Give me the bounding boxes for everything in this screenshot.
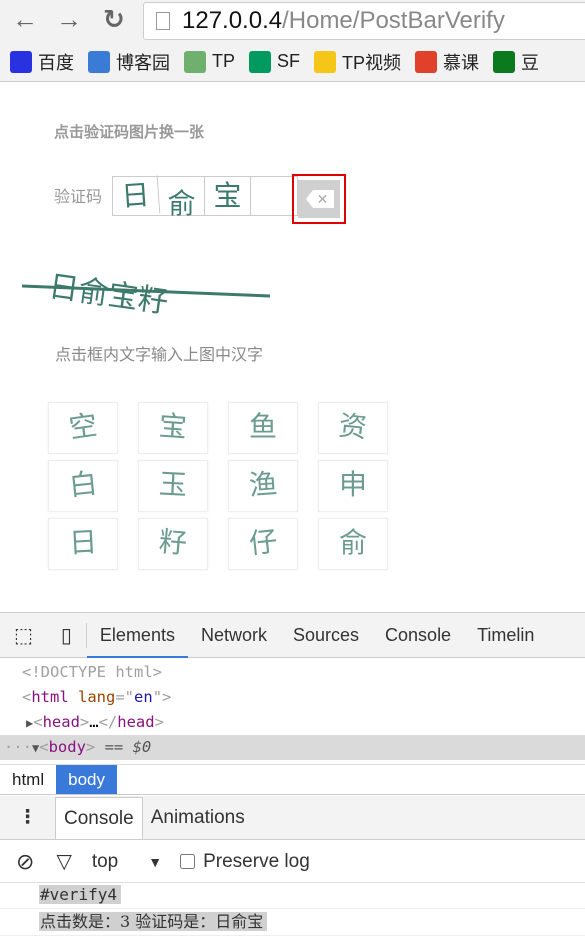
char-cell[interactable]: 渔	[228, 460, 298, 512]
char-cell[interactable]: 俞	[318, 518, 388, 570]
segmentfault-icon	[249, 50, 272, 73]
bookmark-item[interactable]: 博客园	[88, 49, 170, 75]
inspect-icon[interactable]: ⬚	[0, 623, 47, 648]
char-cell[interactable]: 仔	[228, 518, 298, 570]
page-icon	[156, 12, 170, 30]
url-path: /Home/PostBarVerify	[282, 7, 505, 34]
delete-button[interactable]: ✕	[292, 174, 346, 224]
forward-icon[interactable]: →	[56, 4, 82, 35]
device-icon[interactable]: ▯	[47, 622, 87, 648]
char-cell[interactable]: 空	[48, 402, 118, 454]
captcha-image[interactable]: 日俞宝籽	[20, 268, 272, 330]
cnblogs-icon	[88, 50, 110, 73]
char-cell[interactable]: 日	[48, 518, 118, 570]
bookmark-item[interactable]: 豆	[493, 49, 539, 75]
address-bar[interactable]: 127.0.0.4/Home/PostBarVerify	[143, 2, 585, 40]
devtools-tab-network[interactable]: Network	[188, 612, 280, 658]
char-cell[interactable]: 资	[318, 402, 388, 454]
verify-slot[interactable]: 宝	[205, 177, 251, 215]
drawer-tabbar: ⋮ Console Animations	[0, 796, 585, 840]
verify-label: 验证码	[54, 189, 103, 206]
char-cell[interactable]: 玉	[138, 460, 208, 512]
preserve-log-checkbox[interactable]	[180, 854, 196, 869]
bookmark-item[interactable]: TP视频	[314, 49, 401, 75]
filter-icon[interactable]: ▽	[56, 849, 71, 874]
char-grid: 空宝鱼资白玉渔申日籽仔俞	[48, 402, 388, 570]
char-cell[interactable]: 申	[318, 460, 388, 512]
folder-icon	[314, 50, 337, 73]
verify-slot[interactable]: 俞	[159, 177, 205, 219]
refresh-hint: 点击验证码图片换一张	[54, 124, 205, 141]
verify-slot[interactable]: 日	[111, 175, 161, 217]
douban-icon	[493, 50, 516, 73]
devtools-tab-sources[interactable]: Sources	[280, 612, 372, 658]
dom-tree: <!DOCTYPE html> <html lang="en"> ▶<head>…	[0, 660, 585, 760]
devtools-tab-console[interactable]: Console	[372, 612, 464, 658]
preserve-log-label: Preserve log	[203, 850, 310, 872]
verify-slot[interactable]	[251, 177, 297, 215]
breadcrumbs: html body	[0, 764, 585, 795]
url-host: 127.0.0.4	[182, 7, 283, 34]
console-message: 点击数是：3 验证码是：日俞宝	[0, 910, 585, 936]
browser-toolbar: ← → ↻ 127.0.0.4/Home/PostBarVerify	[0, 0, 585, 42]
captcha-text: 日俞宝籽	[46, 269, 170, 320]
baidu-icon	[10, 50, 32, 73]
devtools-tabbar: ⬚ ▯ Elements Network Sources Console Timelin	[0, 612, 585, 658]
bookmark-item[interactable]: 慕课	[415, 49, 479, 75]
context-select[interactable]: top	[92, 851, 118, 873]
clear-console-icon[interactable]: ⊘	[16, 849, 34, 875]
verify-slots: 日 俞 宝	[111, 175, 298, 219]
devtools-tab-timelin[interactable]: Timelin	[464, 612, 547, 658]
dom-body[interactable]: ···▼<body> == $0	[0, 735, 585, 760]
bookmarks-bar: 百度 博客园 TP SF TP视频 慕课豆	[0, 42, 585, 82]
crumb-html[interactable]: html	[0, 765, 56, 794]
char-cell[interactable]: 白	[48, 460, 118, 512]
char-cell[interactable]: 鱼	[228, 402, 298, 454]
drawer-tab-console[interactable]: Console	[55, 797, 143, 839]
bookmark-item[interactable]: SF	[249, 50, 300, 73]
crumb-body[interactable]: body	[56, 765, 117, 794]
char-cell[interactable]: 籽	[138, 518, 208, 570]
dom-head[interactable]: ▶<head>…</head>	[0, 710, 585, 735]
devtools-tab-elements[interactable]: Elements	[86, 612, 188, 658]
bookmark-item[interactable]: TP	[184, 50, 235, 73]
drawer-tab-animations[interactable]: Animations	[143, 797, 253, 839]
thinkphp-icon	[184, 50, 206, 73]
more-icon[interactable]: ⋮	[0, 797, 55, 839]
char-cell[interactable]: 宝	[138, 402, 208, 454]
bookmark-item[interactable]: 百度	[10, 49, 74, 75]
imooc-icon	[415, 50, 438, 73]
dom-doctype[interactable]: <!DOCTYPE html>	[0, 660, 585, 685]
console-message: #verify4	[0, 883, 585, 909]
dom-html[interactable]: <html lang="en">	[0, 685, 585, 710]
console-toolbar: ⊘ ▽ top ▼ Preserve log	[0, 841, 585, 883]
reload-icon[interactable]: ↻	[103, 4, 125, 35]
back-icon[interactable]: ←	[12, 4, 38, 35]
instruction: 点击框内文字输入上图中汉字	[55, 345, 264, 364]
dropdown-icon[interactable]: ▼	[148, 854, 162, 870]
backspace-icon: ✕	[306, 190, 334, 208]
